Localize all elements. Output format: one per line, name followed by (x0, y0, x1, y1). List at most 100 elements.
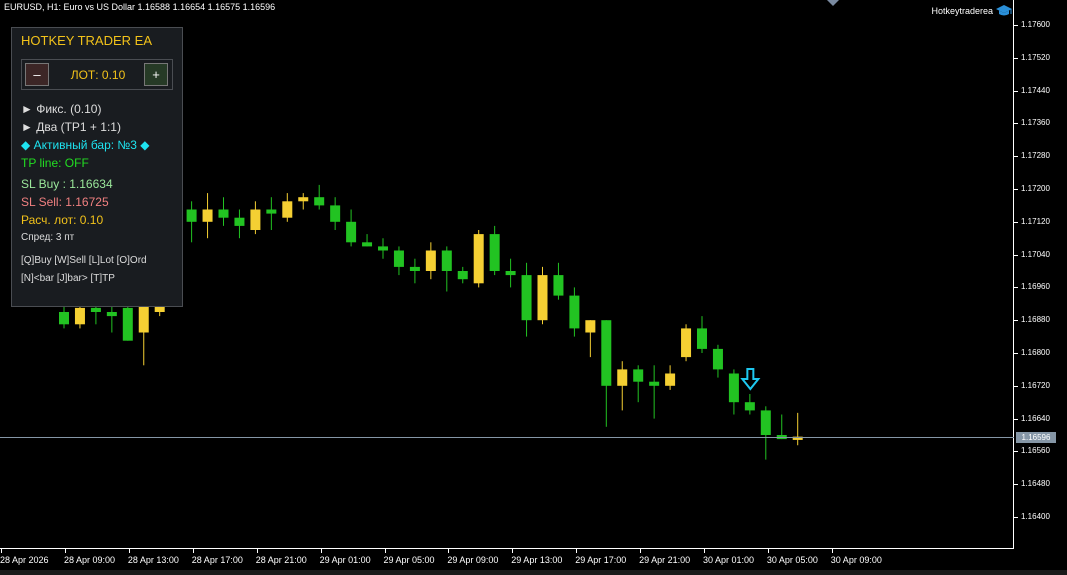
candle-body (633, 369, 644, 382)
candle (617, 361, 628, 411)
time-tick (512, 549, 514, 553)
candle (234, 209, 245, 239)
panel-row: Спред: 3 пт (21, 232, 75, 243)
candle-body (585, 320, 596, 333)
price-label: 1.16640 (1021, 413, 1050, 423)
candle-body (378, 246, 388, 251)
time-label: 29 Apr 21:00 (639, 555, 691, 565)
candle-body (346, 221, 357, 243)
graduation-cap-icon (996, 5, 1012, 16)
chart-title: EURUSD, H1: Euro vs US Dollar 1.16588 1.… (4, 2, 276, 12)
candle (314, 184, 325, 210)
candle (298, 193, 309, 210)
candle-body (425, 250, 436, 271)
panel-row: [N]<bar [J]bar> [T]TP (21, 273, 115, 284)
time-tick (448, 549, 450, 553)
time-label: 28 Apr 09:00 (64, 555, 116, 565)
price-label: 1.17040 (1021, 249, 1050, 259)
panel-row: SL Buy : 1.16634 (21, 177, 113, 191)
candle-body (537, 275, 548, 321)
time-label: 29 Apr 01:00 (319, 555, 371, 565)
time-tick (65, 549, 66, 553)
price-tick (1014, 189, 1018, 190)
down-arrow-icon (740, 368, 761, 391)
price-tick (1014, 90, 1018, 92)
candle-body (138, 303, 149, 333)
panel-row: SL Sell: 1.16725 (21, 195, 109, 209)
candle-body (569, 295, 580, 329)
panel-row: [Q]Buy [W]Sell [L]Lot [O]Ord (21, 255, 147, 266)
time-tick (576, 549, 578, 553)
candle (489, 225, 500, 276)
candle-body (314, 197, 325, 206)
time-tick (704, 549, 705, 553)
price-tick (1014, 385, 1018, 387)
panel-title: HOTKEY TRADER EA (21, 33, 152, 48)
hotkey-trader-panel: HOTKEY TRADER EA – ЛОТ: 0.10 + ► Фикс. (… (11, 27, 183, 307)
candle (457, 266, 468, 284)
time-label: 28 Apr 13:00 (127, 555, 179, 565)
price-label: 1.16800 (1021, 348, 1050, 357)
horizontal-scrollbar[interactable] (0, 570, 1067, 575)
time-label: 29 Apr 09:00 (447, 555, 499, 565)
price-tick (1014, 418, 1018, 420)
candle-body (697, 328, 707, 349)
price-tick (1014, 287, 1018, 289)
time-tick (640, 549, 642, 553)
time-tick (384, 549, 386, 553)
expert-advisor-name: Hotkeytraderea (931, 6, 993, 16)
candle-body (362, 242, 373, 247)
candle-body (250, 209, 261, 230)
candle (441, 246, 452, 292)
panel-row: ► Фикс. (0.10) (21, 102, 102, 116)
candle (712, 344, 723, 378)
time-label: 30 Apr 09:00 (830, 555, 882, 565)
price-label: 1.17520 (1021, 52, 1050, 62)
candle (521, 262, 532, 337)
price-label: 1.16960 (1021, 282, 1050, 292)
price-tick (1014, 221, 1018, 223)
candle (776, 414, 787, 440)
lot-increase-button[interactable]: + (144, 63, 168, 86)
candle-body (234, 217, 245, 226)
panel-row: ► Два (TP1 + 1:1) (21, 120, 121, 134)
candle (537, 266, 548, 325)
candle (505, 258, 516, 288)
candle (330, 197, 341, 230)
candle (282, 193, 293, 222)
candle (744, 394, 755, 415)
candle-body (106, 312, 117, 317)
candle (250, 201, 261, 235)
candle-body (122, 307, 133, 341)
candle-body (649, 381, 660, 386)
price-tick (1014, 25, 1018, 26)
price-tick (1014, 451, 1018, 453)
time-label: 28 Apr 2026 (0, 555, 49, 565)
panel-row: TP line: OFF (21, 156, 89, 170)
candle (393, 246, 404, 276)
time-label: 28 Apr 17:00 (191, 555, 243, 565)
candle-body (330, 205, 341, 222)
lot-decrease-button[interactable]: – (25, 63, 49, 86)
time-label: 30 Apr 05:00 (766, 555, 818, 565)
price-label: 1.17120 (1021, 216, 1050, 226)
candle-body (409, 266, 420, 271)
time-label: 30 Apr 01:00 (703, 555, 755, 565)
price-tick (1014, 254, 1018, 256)
candle (665, 365, 676, 390)
price-tick (1014, 353, 1018, 354)
candle-body (90, 307, 101, 312)
candle-body (760, 410, 771, 435)
price-label: 1.16400 (1021, 512, 1050, 521)
candle-body (298, 197, 309, 202)
price-label: 1.16480 (1021, 479, 1050, 489)
candle (218, 197, 229, 226)
time-tick (831, 549, 833, 553)
candle (362, 234, 373, 247)
candle-body (744, 402, 755, 411)
candle-body (457, 271, 468, 280)
time-label: 29 Apr 17:00 (575, 555, 627, 565)
candle-body (728, 373, 739, 403)
candle-body (521, 275, 532, 321)
bid-price-line (0, 437, 1014, 438)
